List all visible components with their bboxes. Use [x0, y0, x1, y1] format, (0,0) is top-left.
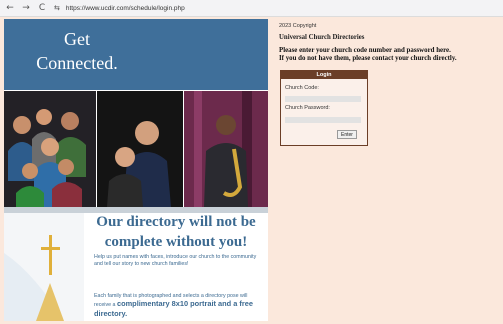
saxophone-player-photo	[184, 91, 268, 207]
church-code-label: Church Code:	[285, 85, 319, 91]
tagline-line2: complete without you!	[104, 234, 248, 250]
site-info-icon[interactable]: ⇆	[54, 4, 60, 12]
address-bar[interactable]: ⇆ https://www.ucdir.com/schedule/login.p…	[54, 2, 254, 14]
church-password-input[interactable]	[285, 117, 361, 123]
blurb-paragraph-1: Help us put names with faces, introduce …	[94, 254, 257, 268]
login-header: Login	[281, 71, 367, 79]
church-code-input[interactable]	[285, 96, 361, 102]
blurb-highlight: complimentary 8x10 portrait and a free d…	[94, 299, 253, 318]
forward-arrow-icon[interactable]: →	[20, 1, 32, 15]
banner-headline-line2: Connected.	[36, 53, 118, 73]
family-photo	[4, 91, 96, 207]
instruction-line1: Please enter your church code number and…	[279, 47, 451, 54]
back-arrow-icon[interactable]: ←	[4, 1, 16, 15]
couple-photo	[97, 91, 183, 207]
steeple-cross-image	[4, 213, 84, 321]
church-password-label: Church Password:	[285, 105, 330, 111]
blurb-paragraph-2: Each family that is photographed and sel…	[94, 293, 262, 319]
banner-headline-line1: Get	[64, 29, 90, 49]
reload-icon[interactable]: C	[36, 1, 48, 15]
site-title: Universal Church Directories	[279, 34, 365, 41]
copyright-text: 2023 Copyright	[279, 23, 317, 29]
tagline-line1: Our directory will not be	[96, 214, 256, 230]
promo-banner: Get Connected. Our directory will not be…	[4, 19, 268, 321]
browser-toolbar: ← → C ⇆ https://www.ucdir.com/schedule/l…	[0, 0, 503, 17]
instruction-line2: If you do not have them, please contact …	[279, 55, 457, 62]
url-text: https://www.ucdir.com/schedule/login.php	[65, 4, 185, 12]
enter-button[interactable]: Enter	[337, 130, 357, 139]
login-form: Login Church Code: Church Password: Ente…	[280, 70, 368, 146]
